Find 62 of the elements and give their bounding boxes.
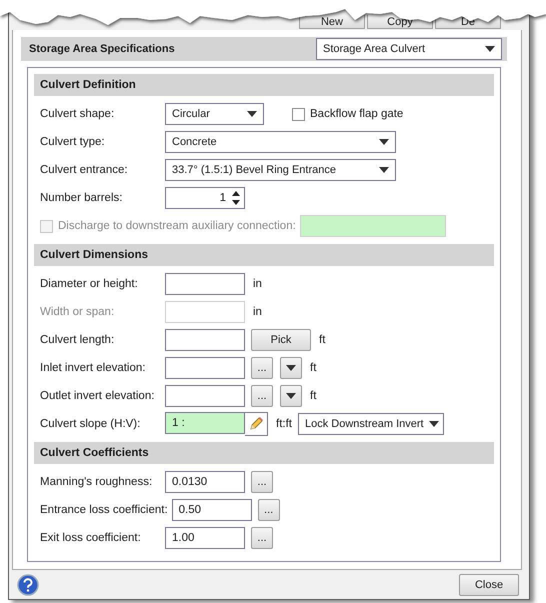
unit-label: in bbox=[253, 278, 262, 290]
slope-field[interactable]: 1 : bbox=[165, 412, 245, 434]
field-label: Culvert length: bbox=[40, 334, 116, 346]
input-field[interactable] bbox=[165, 273, 245, 295]
field-label: Diameter or height: bbox=[40, 278, 139, 290]
type-dropdown[interactable]: Storage Area Culvert bbox=[316, 38, 502, 60]
checkbox-label: Backflow flap gate bbox=[310, 108, 404, 120]
dropdown-button[interactable] bbox=[280, 357, 302, 379]
field-label: Exit loss coefficient: bbox=[40, 532, 142, 544]
dropdown-arrow-icon bbox=[379, 139, 389, 145]
pick-button[interactable]: Pick bbox=[251, 329, 311, 351]
unit-label: ft:ft bbox=[276, 418, 292, 430]
field-label: Number barrels: bbox=[40, 192, 124, 204]
checkbox-label: Discharge to downstream auxiliary connection: bbox=[58, 220, 296, 232]
dropdown-button[interactable] bbox=[280, 385, 302, 407]
unit-label: ft bbox=[310, 390, 316, 402]
unit-label: in bbox=[253, 306, 262, 318]
field-label: Inlet invert elevation: bbox=[40, 362, 146, 374]
field-label: Manning's roughness: bbox=[40, 476, 154, 488]
input-field[interactable] bbox=[165, 357, 245, 379]
input-field[interactable] bbox=[165, 385, 245, 407]
section-header: Culvert Coefficients bbox=[34, 442, 494, 464]
field-label: Culvert slope (H:V): bbox=[40, 418, 142, 430]
ellipsis-button[interactable]: ... bbox=[251, 357, 273, 379]
dropdown-arrow-icon bbox=[379, 167, 389, 173]
input-field[interactable] bbox=[165, 329, 245, 351]
number-spinner[interactable]: 1 bbox=[165, 187, 245, 209]
pencil-icon bbox=[248, 416, 264, 432]
input-field[interactable]: 1.00 bbox=[165, 527, 245, 549]
dropdown-arrow-icon bbox=[286, 393, 296, 399]
checkbox[interactable] bbox=[292, 108, 305, 120]
dropdown[interactable]: Circular bbox=[165, 103, 264, 125]
section-header: Culvert Dimensions bbox=[34, 244, 494, 266]
unit-label: ft bbox=[319, 334, 326, 346]
field-label: Culvert entrance: bbox=[40, 164, 129, 176]
dropdown-arrow-icon bbox=[428, 421, 439, 427]
dropdown[interactable]: Concrete bbox=[165, 131, 396, 153]
field-label: Culvert shape: bbox=[40, 108, 116, 120]
ellipsis-button[interactable]: ... bbox=[251, 385, 273, 407]
spin-arrows-icon[interactable] bbox=[230, 190, 242, 206]
input-field[interactable]: 0.50 bbox=[172, 499, 252, 521]
field-label: Outlet invert elevation: bbox=[40, 390, 156, 402]
field-label: Entrance loss coefficient: bbox=[40, 504, 168, 516]
dropdown-arrow-icon bbox=[247, 111, 257, 117]
input-field[interactable]: 0.0130 bbox=[165, 471, 245, 493]
dropdown-arrow-icon bbox=[485, 46, 495, 52]
dropdown[interactable]: Lock Downstream Invert bbox=[298, 413, 444, 435]
dropdown-arrow-icon bbox=[286, 365, 296, 371]
ellipsis-button[interactable]: ... bbox=[251, 471, 273, 493]
ellipsis-button[interactable]: ... bbox=[258, 499, 280, 521]
section-header: Culvert Definition bbox=[34, 74, 494, 96]
field-label: Width or span: bbox=[40, 306, 116, 318]
edit-button[interactable] bbox=[245, 412, 268, 436]
connection-field[interactable] bbox=[300, 215, 446, 237]
close-button[interactable]: Close bbox=[459, 574, 519, 596]
help-icon[interactable] bbox=[17, 574, 39, 596]
ellipsis-button[interactable]: ... bbox=[251, 527, 273, 549]
field-label: Culvert type: bbox=[40, 136, 106, 148]
header-title: Storage Area Specifications bbox=[29, 43, 175, 55]
toolbar-button[interactable]: New bbox=[299, 15, 365, 29]
unit-label: ft bbox=[310, 362, 316, 374]
dropdown[interactable]: 33.7° (1.5:1) Bevel Ring Entrance bbox=[165, 159, 396, 181]
